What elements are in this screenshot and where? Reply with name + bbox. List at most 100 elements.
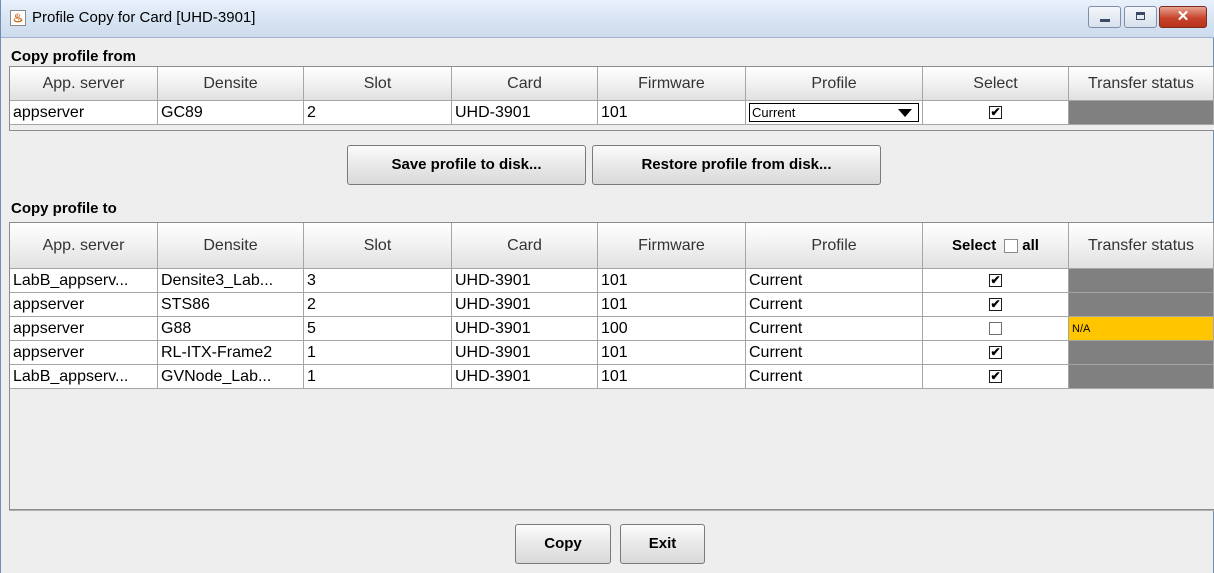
cell-slot: 2 [304, 101, 452, 125]
cell-transfer-status: N/A [1069, 317, 1214, 341]
cell-card: UHD-3901 [452, 341, 598, 365]
maximize-button[interactable] [1124, 6, 1157, 28]
cell-slot: 1 [304, 365, 452, 389]
select-checkbox[interactable] [989, 322, 1002, 336]
cell-transfer-status [1069, 341, 1214, 365]
copy-from-table: App. server Densite Slot Card Firmware P… [9, 66, 1214, 131]
cell-firmware: 100 [598, 317, 746, 341]
cell-app-server: LabB_appserv... [10, 365, 158, 389]
save-profile-button[interactable]: Save profile to disk... [347, 145, 586, 185]
cell-transfer-status [1069, 101, 1214, 125]
table-row[interactable]: appserver G88 5 UHD-3901 100 Current N/A [10, 317, 1214, 341]
cell-densite: STS86 [158, 293, 304, 317]
table-row[interactable]: appserver RL-ITX-Frame2 1 UHD-3901 101 Curren… [10, 341, 1214, 365]
cell-app-server: appserver [10, 317, 158, 341]
select-all-checkbox[interactable] [1004, 238, 1019, 253]
cell-card: UHD-3901 [452, 269, 598, 293]
column-header-select[interactable]: Select all [923, 223, 1069, 269]
select-checkbox[interactable]: ✔ [989, 346, 1002, 360]
cell-card: UHD-3901 [452, 365, 598, 389]
cell-transfer-status [1069, 365, 1214, 389]
cell-slot: 2 [304, 293, 452, 317]
restore-profile-button[interactable]: Restore profile from disk... [592, 145, 881, 185]
close-button[interactable]: ✕ [1159, 6, 1207, 28]
column-header-densite[interactable]: Densite [158, 223, 304, 269]
column-header-app-server[interactable]: App. server [10, 67, 158, 101]
cell-select: ✔ [923, 341, 1069, 365]
cell-profile: Current [746, 269, 923, 293]
table-row[interactable]: appserver STS86 2 UHD-3901 101 Current ✔ [10, 293, 1214, 317]
maximize-icon [1136, 12, 1145, 20]
cell-select: ✔ [923, 269, 1069, 293]
cell-profile: Current [746, 365, 923, 389]
window-title: Profile Copy for Card [UHD-3901] [32, 9, 256, 26]
column-header-transfer-status[interactable]: Transfer status [1069, 223, 1214, 269]
cell-slot: 5 [304, 317, 452, 341]
column-header-densite[interactable]: Densite [158, 67, 304, 101]
cell-select [923, 317, 1069, 341]
java-app-icon: ♨ [10, 10, 26, 26]
cell-slot: 1 [304, 341, 452, 365]
cell-card: UHD-3901 [452, 293, 598, 317]
profile-dropdown-value: Current [752, 105, 796, 120]
copy-to-label: Copy profile to [11, 200, 117, 217]
cell-densite: GC89 [158, 101, 304, 125]
select-checkbox[interactable]: ✔ [989, 106, 1002, 120]
cell-profile: Current [746, 341, 923, 365]
copy-from-body: appserver GC89 2 UHD-3901 101 Current ✔ [10, 101, 1214, 125]
minimize-button[interactable] [1088, 6, 1121, 28]
select-all-label: all [1022, 237, 1039, 254]
cell-profile: Current [746, 293, 923, 317]
table-row[interactable]: LabB_appserv... GVNode_Lab... 1 UHD-3901 101… [10, 365, 1214, 389]
column-header-firmware[interactable]: Firmware [598, 223, 746, 269]
table-row[interactable]: LabB_appserv... Densite3_Lab... 3 UHD-3901 1… [10, 269, 1214, 293]
dropdown-arrow-icon [898, 109, 912, 117]
cell-densite: G88 [158, 317, 304, 341]
column-header-app-server[interactable]: App. server [10, 223, 158, 269]
cell-app-server: appserver [10, 293, 158, 317]
copy-from-header: App. server Densite Slot Card Firmware P… [10, 67, 1214, 101]
select-checkbox[interactable]: ✔ [989, 370, 1002, 384]
column-header-profile[interactable]: Profile [746, 67, 923, 101]
profile-copy-window: ♨ Profile Copy for Card [UHD-3901] ✕ Cop… [0, 0, 1214, 573]
profile-dropdown[interactable]: Current [749, 103, 919, 122]
column-header-select[interactable]: Select [923, 67, 1069, 101]
cell-app-server: LabB_appserv... [10, 269, 158, 293]
select-checkbox[interactable]: ✔ [989, 274, 1002, 288]
select-header-label: Select [952, 237, 997, 254]
column-header-slot[interactable]: Slot [304, 67, 452, 101]
column-header-transfer-status[interactable]: Transfer status [1069, 67, 1214, 101]
cell-profile: Current [746, 101, 923, 125]
cell-firmware: 101 [598, 341, 746, 365]
column-header-card[interactable]: Card [452, 67, 598, 101]
copy-from-label: Copy profile from [11, 48, 137, 65]
cell-densite: Densite3_Lab... [158, 269, 304, 293]
minimize-icon [1100, 19, 1110, 22]
cell-card: UHD-3901 [452, 317, 598, 341]
column-header-profile[interactable]: Profile [746, 223, 923, 269]
select-checkbox[interactable]: ✔ [989, 298, 1002, 312]
copy-button[interactable]: Copy [515, 524, 611, 564]
column-header-firmware[interactable]: Firmware [598, 67, 746, 101]
cell-slot: 3 [304, 269, 452, 293]
cell-transfer-status [1069, 293, 1214, 317]
close-icon: ✕ [1176, 8, 1190, 25]
copy-to-header: App. server Densite Slot Card Firmware P… [10, 223, 1214, 269]
cell-firmware: 101 [598, 269, 746, 293]
column-header-slot[interactable]: Slot [304, 223, 452, 269]
bottom-divider [9, 510, 1214, 511]
column-header-card[interactable]: Card [452, 223, 598, 269]
exit-button[interactable]: Exit [620, 524, 705, 564]
cell-firmware: 101 [598, 293, 746, 317]
cell-densite: GVNode_Lab... [158, 365, 304, 389]
cell-profile: Current [746, 317, 923, 341]
title-bar: ♨ Profile Copy for Card [UHD-3901] ✕ [1, 0, 1214, 38]
cell-firmware: 101 [598, 365, 746, 389]
table-row[interactable]: appserver GC89 2 UHD-3901 101 Current ✔ [10, 101, 1214, 125]
cell-app-server: appserver [10, 101, 158, 125]
cell-select: ✔ [923, 293, 1069, 317]
cell-app-server: appserver [10, 341, 158, 365]
cell-select: ✔ [923, 365, 1069, 389]
cell-select: ✔ [923, 101, 1069, 125]
cell-card: UHD-3901 [452, 101, 598, 125]
